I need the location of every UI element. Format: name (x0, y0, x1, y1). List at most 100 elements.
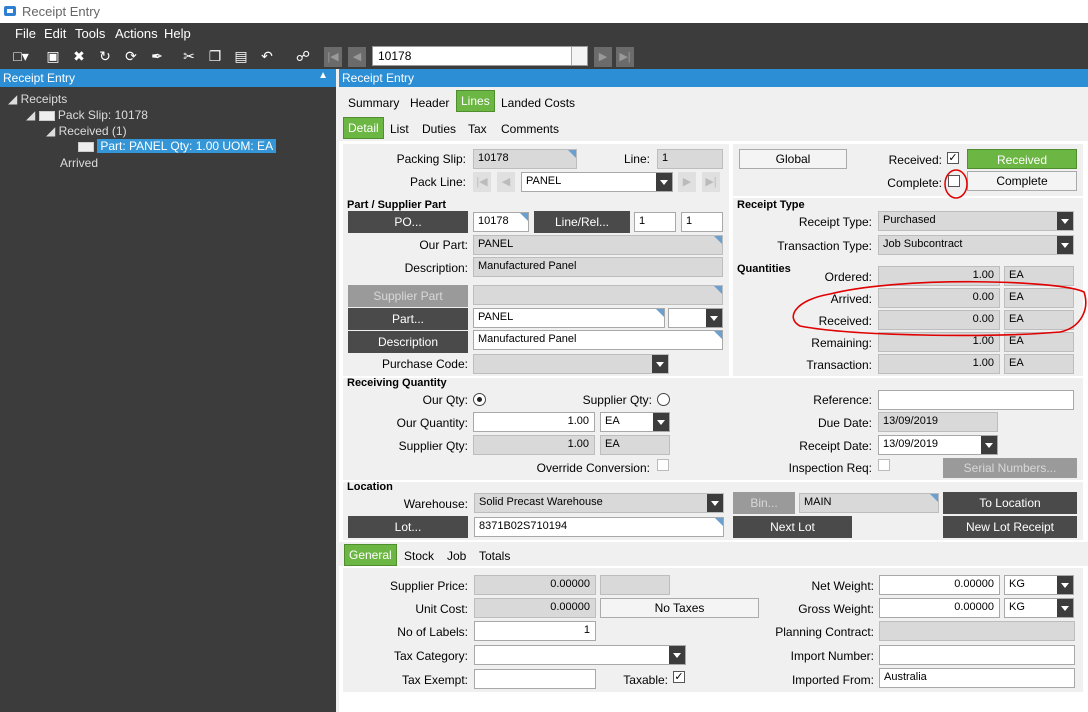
chevron-down-icon[interactable] (669, 646, 685, 664)
tree-item-received[interactable]: ◢ Received (1) (46, 124, 127, 138)
tax-exempt-field[interactable] (474, 669, 596, 689)
chevron-down-icon[interactable] (706, 309, 722, 327)
serial-numbers-button[interactable]: Serial Numbers... (943, 458, 1077, 478)
tab-duties[interactable]: Duties (422, 122, 456, 136)
our-qty-radio[interactable] (473, 393, 486, 406)
pin-icon[interactable]: ▲ (318, 70, 328, 81)
record-selector[interactable]: 10178 (372, 46, 588, 66)
global-button[interactable]: Global (739, 149, 847, 169)
tab-job[interactable]: Job (447, 549, 466, 563)
tab-totals[interactable]: Totals (479, 549, 510, 563)
our-uom-select[interactable]: EA (600, 412, 670, 432)
lot-button[interactable]: Lot... (348, 516, 468, 538)
complete-button[interactable]: Complete (967, 171, 1077, 191)
part-rev-select[interactable] (668, 308, 723, 328)
chevron-down-icon[interactable] (571, 47, 587, 65)
prev-line-icon[interactable]: ◀ (497, 172, 515, 192)
tab-tax[interactable]: Tax (468, 122, 487, 136)
net-weight-uom-select[interactable]: KG (1004, 575, 1074, 595)
tree-item-part[interactable]: Part: PANEL Qty: 1.00 UOM: EA (78, 139, 277, 153)
reference-field[interactable] (878, 390, 1074, 410)
part-button[interactable]: Part... (348, 308, 468, 330)
cut-icon[interactable]: ✂ (178, 46, 200, 67)
labels-field[interactable]: 1 (474, 621, 596, 641)
import-number-field[interactable] (879, 645, 1075, 665)
description-button[interactable]: Description (348, 331, 468, 353)
chevron-down-icon[interactable] (1057, 599, 1073, 617)
warehouse-select[interactable]: Solid Precast Warehouse (474, 493, 724, 513)
tree-item-arrived[interactable]: Arrived (60, 156, 98, 170)
refresh-icon[interactable]: ↻ (94, 46, 116, 67)
tree-item-receipts[interactable]: ◢ Receipts (8, 92, 67, 106)
packing-slip-field[interactable]: 10178 (473, 149, 577, 169)
to-location-button[interactable]: To Location (943, 492, 1077, 514)
delete-icon[interactable]: ✖ (68, 46, 90, 67)
calendar-dropdown-icon[interactable] (981, 436, 997, 454)
received-checkbox[interactable]: ✓ (947, 152, 959, 164)
prev-record-icon[interactable]: ◀ (348, 47, 366, 67)
receipt-date-select[interactable]: 13/09/2019 (878, 435, 998, 455)
po-line-field[interactable]: 1 (634, 212, 676, 232)
our-part-field[interactable]: PANEL (473, 235, 723, 255)
description2-field[interactable]: Manufactured Panel (473, 330, 723, 350)
chevron-down-icon[interactable] (656, 173, 672, 191)
override-conversion-checkbox[interactable] (657, 459, 669, 471)
chevron-down-icon[interactable] (1057, 236, 1073, 254)
paste-icon[interactable]: ▤ (230, 46, 252, 67)
next-lot-button[interactable]: Next Lot (733, 516, 852, 538)
net-weight-field[interactable]: 0.00000 (879, 575, 1000, 595)
bin-field[interactable]: MAIN (799, 493, 939, 513)
tab-header[interactable]: Header (410, 96, 449, 110)
chevron-down-icon[interactable] (707, 494, 723, 512)
receipt-type-select[interactable]: Purchased (878, 211, 1074, 231)
tab-detail[interactable]: Detail (343, 117, 384, 139)
part-field[interactable]: PANEL (473, 308, 665, 328)
refresh-all-icon[interactable]: ⟳ (120, 46, 142, 67)
tax-category-select[interactable] (474, 645, 686, 665)
chevron-down-icon[interactable] (1057, 212, 1073, 230)
tree-item-pack-slip[interactable]: ◢ Pack Slip: 10178 (26, 108, 148, 122)
menu-help[interactable]: Help (164, 26, 191, 41)
line-rel-button[interactable]: Line/Rel... (534, 211, 630, 233)
gross-weight-uom-select[interactable]: KG (1004, 598, 1074, 618)
new-icon[interactable]: □▾ (10, 46, 32, 67)
supplier-part-button[interactable]: Supplier Part (348, 285, 468, 307)
po-button[interactable]: PO... (348, 211, 468, 233)
gross-weight-field[interactable]: 0.00000 (879, 598, 1000, 618)
bin-button[interactable]: Bin... (733, 492, 795, 514)
line-field[interactable]: 1 (657, 149, 723, 169)
last-record-icon[interactable]: ▶| (616, 47, 634, 67)
first-record-icon[interactable]: |◀ (324, 47, 342, 67)
po-rel-field[interactable]: 1 (681, 212, 723, 232)
chevron-down-icon[interactable] (653, 413, 669, 431)
clear-icon[interactable]: ✒ (146, 46, 168, 67)
menu-file[interactable]: File (15, 26, 36, 41)
last-line-icon[interactable]: ▶| (702, 172, 720, 192)
taxable-checkbox[interactable]: ✓ (673, 671, 685, 683)
first-line-icon[interactable]: |◀ (473, 172, 491, 192)
tab-landed-costs[interactable]: Landed Costs (501, 96, 575, 110)
chevron-down-icon[interactable] (652, 355, 668, 373)
imported-from-field[interactable]: Australia (879, 668, 1075, 688)
purchase-code-select[interactable] (473, 354, 669, 374)
inspection-checkbox[interactable] (878, 459, 890, 471)
menu-edit[interactable]: Edit (44, 26, 66, 41)
complete-checkbox[interactable] (948, 175, 960, 187)
tab-comments[interactable]: Comments (501, 122, 559, 136)
save-icon[interactable]: ▣ (42, 46, 64, 67)
po-number-field[interactable]: 10178 (473, 212, 529, 232)
new-lot-receipt-button[interactable]: New Lot Receipt (943, 516, 1077, 538)
next-line-icon[interactable]: ▶ (678, 172, 696, 192)
undo-icon[interactable]: ↶ (256, 46, 278, 67)
tab-summary[interactable]: Summary (348, 96, 399, 110)
search-icon[interactable]: ☍ (292, 46, 314, 67)
tab-lines[interactable]: Lines (456, 90, 495, 112)
chevron-down-icon[interactable] (1057, 576, 1073, 594)
supplier-qty-radio[interactable] (657, 393, 670, 406)
copy-icon[interactable]: ❐ (204, 46, 226, 67)
pack-line-select[interactable]: PANEL (521, 172, 673, 192)
supplier-qty-field[interactable]: 1.00 (473, 435, 595, 455)
tab-stock[interactable]: Stock (404, 549, 434, 563)
our-quantity-field[interactable]: 1.00 (473, 412, 595, 432)
next-record-icon[interactable]: ▶ (594, 47, 612, 67)
